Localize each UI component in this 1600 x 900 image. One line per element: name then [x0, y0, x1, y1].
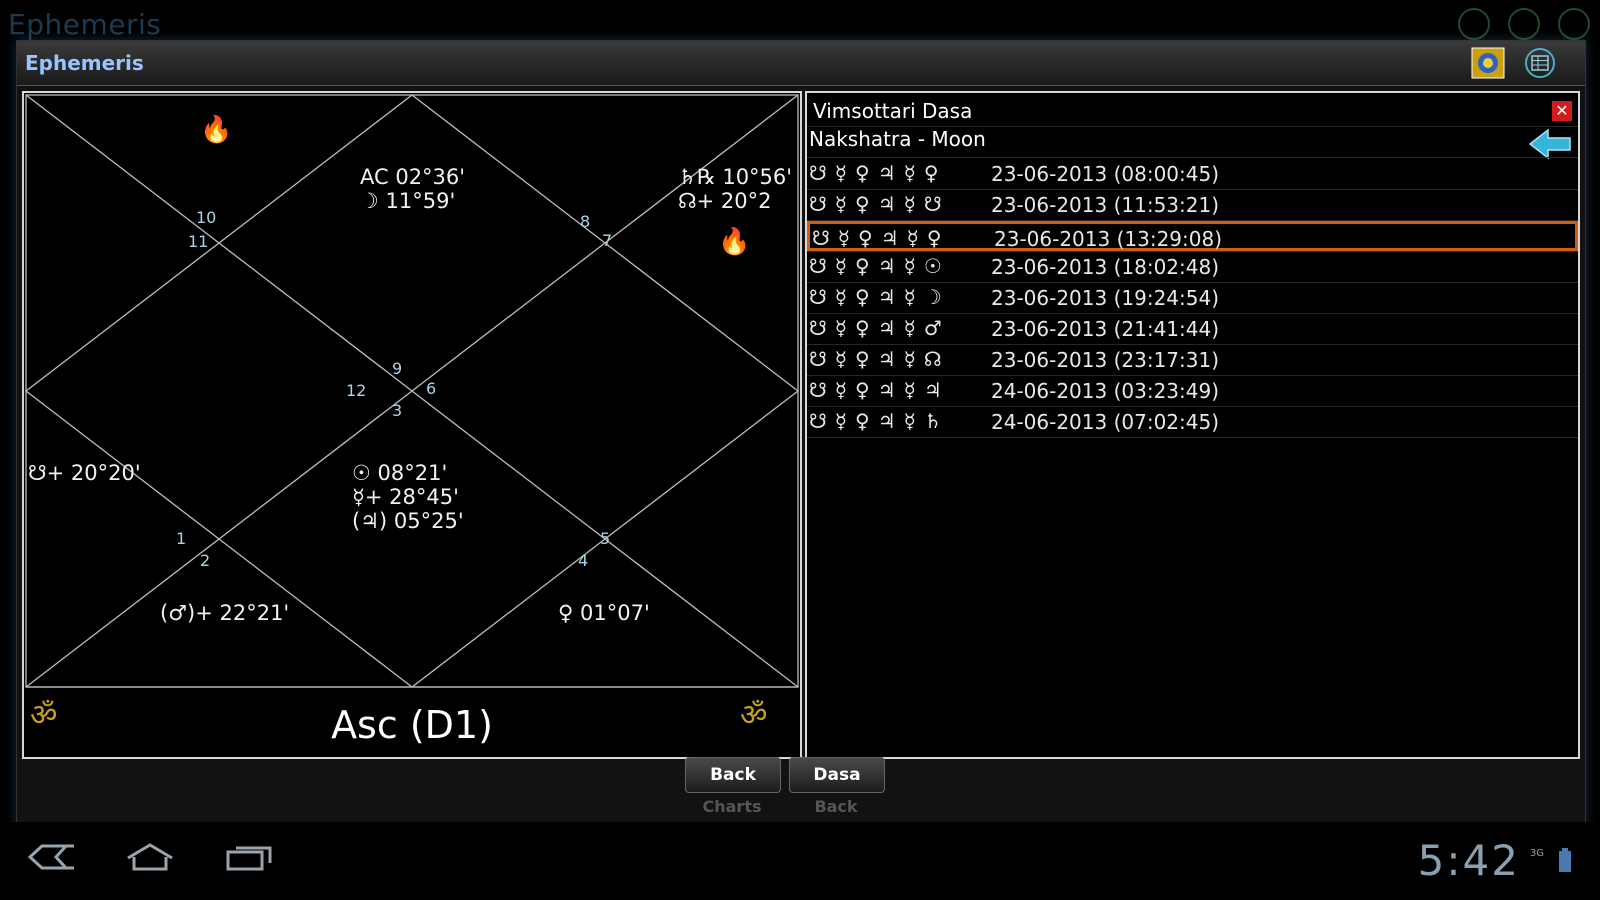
dasa-row[interactable]: ☋☿♀♃☿☊ 23-06-2013 (23:17:31)	[807, 345, 1578, 375]
window-titlebar: Ephemeris	[17, 41, 1585, 86]
dasa-row[interactable]: ☋☿♀♃☿☽ 23-06-2013 (19:24:54)	[807, 283, 1578, 313]
house-number: 4	[578, 551, 589, 570]
house-number: 2	[200, 551, 211, 570]
clock-icon[interactable]	[1558, 8, 1590, 40]
house-number: 11	[188, 232, 209, 251]
fire-icon: 🔥	[200, 115, 233, 145]
settings-icon[interactable]	[1458, 8, 1490, 40]
ephemeris-window: Ephemeris 🔥 🔥 10 11 8 7 9 12 6 3 1 2 5 4…	[16, 40, 1586, 860]
battery-icon	[1559, 848, 1571, 872]
dasa-planet-symbols: ☋☿♀♃☿☉	[809, 254, 950, 278]
dasa-date: 23-06-2013 (11:53:21)	[991, 193, 1220, 217]
dasa-date: 23-06-2013 (19:24:54)	[991, 286, 1220, 310]
house-number: 10	[196, 208, 217, 227]
house-number: 5	[600, 529, 611, 548]
chart-style-icon[interactable]	[1471, 47, 1505, 79]
background-toolbar	[1458, 8, 1590, 40]
dasa-row[interactable]: ☋☿♀♃☿☋ 23-06-2013 (11:53:21)	[807, 190, 1578, 220]
om-icon: ॐ	[740, 698, 768, 733]
home-icon[interactable]	[124, 842, 176, 872]
dasa-planet-symbols: ☋☿♀♃☿♄	[809, 409, 950, 433]
dasa-row[interactable]: ☋☿♀♃☿♄ 24-06-2013 (07:02:45)	[807, 407, 1578, 437]
network-indicator: 3G	[1529, 848, 1544, 859]
background-app-title: Ephemeris	[8, 8, 162, 41]
dasa-date: 23-06-2013 (18:02:48)	[991, 255, 1220, 279]
house-number: 8	[580, 212, 591, 231]
dasa-date: 24-06-2013 (07:02:45)	[991, 410, 1220, 434]
house-number: 3	[392, 401, 403, 420]
house-3-planets: ☉ 08°21' ☿+ 28°45' (♃) 05°25'	[352, 461, 464, 533]
close-button[interactable]: ✕	[1552, 101, 1572, 121]
dasa-planet-symbols: ☋☿♀♃☿☋	[809, 192, 950, 216]
house-number: 7	[602, 231, 613, 250]
dasa-date: 24-06-2013 (03:23:49)	[991, 379, 1220, 403]
house-number: 12	[346, 381, 367, 400]
dasa-date: 23-06-2013 (13:29:08)	[994, 227, 1223, 251]
fire-icon: 🔥	[718, 227, 751, 257]
back-sublabel: Back	[814, 797, 858, 816]
house-4-planets: ♀ 01°07'	[558, 601, 650, 625]
dasa-title: Vimsottari Dasa	[813, 99, 973, 123]
recent-apps-icon[interactable]	[224, 842, 276, 872]
dasa-panel: Vimsottari Dasa ✕ Nakshatra - Moon ☋☿♀♃☿…	[805, 91, 1580, 759]
dasa-planet-symbols: ☋☿♀♃☿♂	[809, 316, 950, 340]
dasa-row[interactable]: ☋☿♀♃☿♂ 23-06-2013 (21:41:44)	[807, 314, 1578, 344]
menu-grid-icon[interactable]	[1523, 47, 1557, 79]
dasa-date: 23-06-2013 (23:17:31)	[991, 348, 1220, 372]
charts-sublabel: Charts	[702, 797, 762, 816]
dasa-row[interactable]: ☋☿♀♃☿☉ 23-06-2013 (18:02:48)	[807, 252, 1578, 282]
status-clock: 5:42	[1417, 836, 1520, 885]
house-1-planets: AC 02°36' ☽ 11°59'	[360, 165, 466, 213]
house-number: 6	[426, 379, 437, 398]
dasa-planet-symbols: ☋☿♀♃☿☽	[809, 285, 950, 309]
dasa-planet-symbols: ☋☿♀♃☿♀	[809, 161, 947, 185]
chart-label: Asc (D1)	[331, 703, 493, 747]
dasa-date: 23-06-2013 (21:41:44)	[991, 317, 1220, 341]
house-number: 1	[176, 529, 187, 548]
dasa-button[interactable]: Dasa	[789, 757, 885, 793]
dasa-planet-symbols: ☋☿♀♃☿♀	[812, 226, 950, 250]
house-number: 9	[392, 359, 403, 378]
back-button[interactable]: Back	[685, 757, 781, 793]
house-10-planets: ☋+ 20°20'	[28, 461, 141, 485]
window-title: Ephemeris	[25, 51, 144, 75]
dasa-date: 23-06-2013 (08:00:45)	[991, 162, 1220, 186]
back-arrow-icon[interactable]	[1528, 127, 1572, 161]
dasa-row[interactable]: ☋☿♀♃☿♀ 23-06-2013 (13:29:08)	[807, 221, 1578, 251]
dasa-row[interactable]: ☋☿♀♃☿♃ 24-06-2013 (03:23:49)	[807, 376, 1578, 406]
chart-panel: 🔥 🔥 10 11 8 7 9 12 6 3 1 2 5 4 AC 02°36'…	[22, 91, 802, 759]
system-navbar: 5:42 3G	[0, 822, 1600, 900]
back-nav-icon[interactable]	[26, 842, 78, 872]
dasa-row[interactable]: ☋☿♀♃☿♀ 23-06-2013 (08:00:45)	[807, 159, 1578, 189]
house-7-planets: ♄℞ 10°56' ☊+ 20°2	[678, 165, 793, 213]
add-icon[interactable]	[1508, 8, 1540, 40]
dasa-planet-symbols: ☋☿♀♃☿♃	[809, 378, 950, 402]
house-2-planets: (♂)+ 22°21'	[160, 601, 290, 625]
nakshatra-label: Nakshatra - Moon	[809, 127, 986, 151]
dasa-planet-symbols: ☋☿♀♃☿☊	[809, 347, 950, 371]
